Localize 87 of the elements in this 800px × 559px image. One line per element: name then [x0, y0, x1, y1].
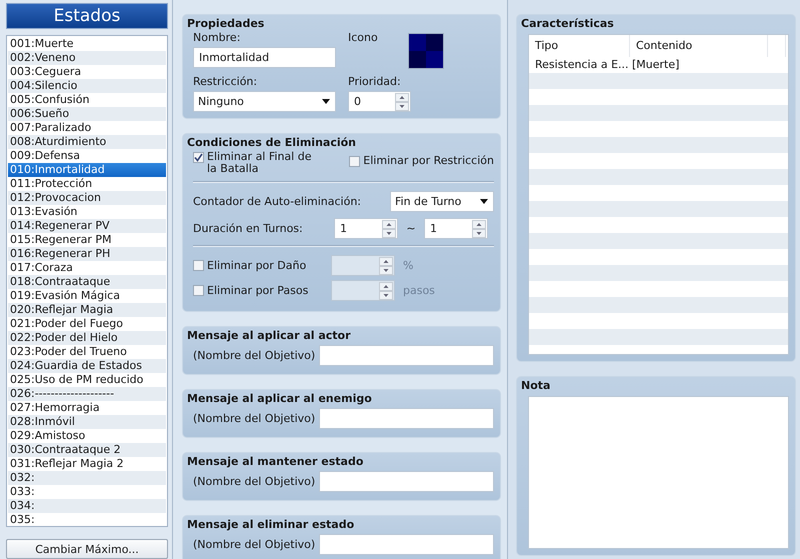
spin-arrows-icon[interactable] [395, 92, 409, 110]
list-item[interactable]: 017:Coraza [8, 261, 166, 276]
list-item[interactable]: 021:Poder del Fuego [8, 317, 166, 332]
checkbox[interactable] [193, 285, 204, 296]
list-item[interactable]: 009:Defensa [8, 149, 166, 164]
list-item[interactable]: 019:Evasión Mágica [8, 289, 166, 304]
list-item[interactable]: 004:Silencio [8, 79, 166, 94]
list-item[interactable]: 029:Amistoso [8, 429, 166, 444]
caret-icon [480, 199, 488, 204]
section-title: Mensaje al mantener estado [187, 455, 364, 469]
list-item[interactable]: 015:Regenerar PM [8, 233, 166, 248]
spin-arrows-icon[interactable] [382, 220, 396, 238]
message-field[interactable] [319, 408, 494, 429]
field-label: Duración en Turnos: [193, 222, 304, 235]
table-cell-text: [Muerte] [631, 57, 680, 73]
list-item[interactable]: 006:Sueño [8, 107, 166, 122]
section-title: Mensaje al aplicar al enemigo [187, 392, 373, 406]
dropdown[interactable]: Ninguno [193, 91, 336, 112]
checkbox[interactable] [349, 156, 360, 167]
note-field[interactable] [528, 396, 789, 549]
list-item[interactable]: 011:Protección [8, 177, 166, 192]
section-title: Características [521, 17, 615, 31]
range-separator: ~ [405, 222, 417, 235]
list-item[interactable]: 007:Paralizado [8, 121, 166, 136]
section-title: Condiciones de Eliminación [187, 136, 358, 150]
list-item[interactable]: 030:Contraataque 2 [8, 443, 166, 458]
icon-preview[interactable] [408, 33, 444, 69]
field-label: Restricción: [193, 75, 258, 89]
checkbox-label: Eliminar por Daño [207, 260, 306, 272]
field-label: Contador de Auto-eliminación: [193, 195, 362, 208]
list-item[interactable]: 034: [8, 499, 166, 514]
message-field[interactable] [319, 534, 494, 555]
list-item[interactable]: 003:Ceguera [8, 65, 166, 80]
message-field[interactable] [319, 471, 494, 492]
field-label: (Nombre del Objetivo) [193, 349, 316, 362]
caret-icon [322, 99, 330, 104]
list-item[interactable]: 010:Inmortalidad [8, 163, 166, 178]
checkbox[interactable] [193, 260, 204, 271]
list-item[interactable]: 022:Poder del Hielo [8, 331, 166, 346]
list-item[interactable]: 008:Aturdimiento [8, 135, 166, 150]
dropdown[interactable]: Fin de Turno [390, 191, 494, 212]
list-item[interactable]: 026:-------------------- [8, 387, 166, 402]
section-title: Mensaje al aplicar al actor [187, 329, 352, 343]
list-item[interactable]: 025:Uso de PM reducido [8, 373, 166, 388]
list-item[interactable]: 014:Regenerar PV [8, 219, 166, 234]
change-max-button[interactable]: Cambiar Máximo... [6, 539, 168, 559]
panel-title: Estados [6, 3, 168, 30]
checkbox-label: Eliminar por Restricción [363, 155, 494, 167]
field-label: (Nombre del Objetivo) [193, 475, 316, 488]
list-item[interactable]: 020:Reflejar Magia [8, 303, 166, 318]
spin-arrows-icon[interactable] [472, 220, 486, 238]
column-header[interactable]: Contenido [630, 35, 768, 57]
list-item[interactable]: 024:Guardia de Estados [8, 359, 166, 374]
list-item[interactable]: 027:Hemorragia [8, 401, 166, 416]
list-item[interactable]: 002:Veneno [8, 51, 166, 66]
number-field[interactable]: 0 [348, 91, 411, 112]
number-field[interactable]: 1 [334, 218, 398, 239]
section-title: Nota [521, 379, 552, 393]
field-label: Nombre: [193, 31, 242, 45]
section-title: Mensaje al eliminar estado [187, 518, 356, 532]
list-item[interactable]: 028:Inmóvil [8, 415, 166, 430]
field-label: Prioridad: [348, 75, 402, 89]
list-item[interactable]: 033: [8, 485, 166, 500]
field-label: (Nombre del Objetivo) [193, 538, 316, 551]
name-field[interactable]: Inmortalidad [193, 47, 336, 68]
field-label: Icono [348, 31, 378, 45]
list-item[interactable]: 023:Poder del Trueno [8, 345, 166, 360]
field-label: (Nombre del Objetivo) [193, 412, 316, 425]
list-item[interactable]: 012:Provocacion [8, 191, 166, 206]
message-field[interactable] [319, 345, 494, 366]
checkbox-label: Eliminar por Pasos [207, 284, 308, 296]
section-title: Propiedades [187, 17, 266, 31]
column-header[interactable]: Tipo [529, 35, 630, 57]
list-item[interactable]: 032: [8, 471, 166, 486]
checkbox-label: Eliminar al Final de la Batalla [207, 151, 312, 175]
number-field[interactable]: 1 [424, 218, 488, 239]
table-cell-text: Resistencia a E... [534, 57, 630, 73]
unit-label: pasos [403, 284, 435, 297]
list-item[interactable]: 018:Contraataque [8, 275, 166, 290]
list-item[interactable]: 013:Evasión [8, 205, 166, 220]
list-item[interactable]: 005:Confusión [8, 93, 166, 108]
list-item[interactable]: 016:Regenerar PH [8, 247, 166, 262]
list-item[interactable]: 031:Reflejar Magia 2 [8, 457, 166, 472]
unit-label: % [403, 259, 414, 272]
list-item[interactable]: 001:Muerte [8, 37, 166, 52]
list-item[interactable]: 035: [8, 513, 166, 528]
checkbox[interactable] [193, 152, 204, 163]
